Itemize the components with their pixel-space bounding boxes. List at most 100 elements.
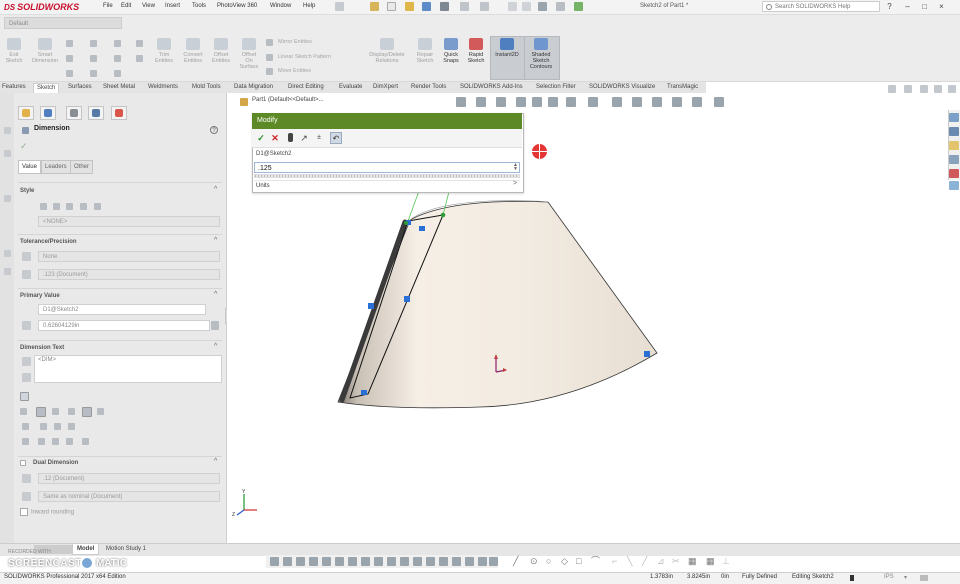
shadows-icon[interactable] [692, 97, 702, 107]
sketch-point-1[interactable] [440, 212, 446, 218]
menu-view[interactable]: View [142, 3, 155, 9]
view-palette-icon[interactable] [949, 155, 959, 164]
bottom-tool-12-icon[interactable] [413, 557, 422, 566]
solidworks-resources-icon[interactable] [949, 113, 959, 122]
rectangle-icon[interactable] [66, 55, 73, 62]
bottom-tool-16-icon[interactable] [465, 557, 474, 566]
regenerate-icon[interactable] [284, 132, 296, 144]
modify-value-spinner[interactable]: ▲ ▼ [512, 163, 519, 172]
dual-precision-select[interactable]: .12 (Document) [38, 473, 220, 484]
open-icon[interactable] [405, 2, 414, 11]
spline-icon[interactable] [136, 40, 143, 47]
style-delete-icon[interactable] [66, 203, 73, 210]
dynamic-annotation-icon[interactable] [532, 97, 542, 107]
status-units[interactable]: IPS [884, 574, 894, 580]
align-center-icon[interactable] [36, 407, 46, 417]
menu-edit[interactable]: Edit [121, 3, 131, 9]
quick-snaps-button[interactable]: Quick Snaps [440, 38, 462, 64]
polygon-icon[interactable] [114, 55, 121, 62]
fillet-icon[interactable] [136, 55, 143, 62]
toolbar-extra-icon[interactable] [574, 2, 583, 11]
file-explorer-icon[interactable] [949, 141, 959, 150]
pm-side-icon-5[interactable] [4, 268, 11, 275]
mark-dimension-icon[interactable]: ↶ [330, 132, 342, 144]
zoom-area-icon[interactable] [476, 97, 486, 107]
appearances-icon[interactable] [949, 169, 959, 178]
line-icon[interactable] [66, 40, 73, 47]
bottom-tool-18-icon[interactable] [489, 557, 498, 566]
exit-sketch-button[interactable]: Exit Sketch [3, 38, 25, 64]
tab-motion-study[interactable]: Motion Study 1 [102, 544, 150, 554]
more-symbols-icon[interactable] [82, 438, 89, 445]
sketch-mirror-icon[interactable]: ⊿ [657, 557, 665, 566]
linear-sketch-pattern-button[interactable]: Linear Sketch Pattern [278, 54, 331, 60]
sketch-rectangle-icon[interactable]: □ [576, 557, 581, 566]
sketch-point-2[interactable] [404, 221, 408, 225]
style-load-icon[interactable] [94, 203, 101, 210]
print-icon[interactable] [440, 2, 449, 11]
offset-entities-button[interactable]: Offset Entities [207, 38, 235, 64]
centerline-symbol-icon[interactable] [68, 423, 75, 430]
maximize-icon[interactable]: □ [920, 2, 929, 11]
bottom-tool-11-icon[interactable] [400, 557, 409, 566]
sketch-circle-icon[interactable]: ○ [546, 557, 551, 566]
section-view-icon[interactable] [516, 97, 526, 107]
sketch-chamfer-icon[interactable]: ╲ [627, 557, 632, 566]
align-right-icon[interactable] [52, 408, 59, 415]
sketch-pattern-icon[interactable]: ▦ [688, 557, 697, 566]
relation-marker-1[interactable] [419, 226, 425, 231]
offset-on-surface-button[interactable]: Offset On Surface [235, 38, 263, 70]
design-library-icon[interactable] [949, 127, 959, 136]
relation-marker-3[interactable] [368, 303, 374, 309]
pm-side-icon-2[interactable] [4, 150, 11, 157]
pm-subtab-leaders[interactable]: Leaders [41, 160, 71, 174]
monitor-icon[interactable] [714, 97, 724, 107]
options-icon[interactable] [538, 2, 547, 11]
tab-model[interactable]: Model [72, 544, 100, 555]
sketch-line-icon[interactable]: ╱ [513, 557, 518, 566]
dual-collapse-icon[interactable]: ^ [214, 458, 217, 465]
tab-solidworks-visualize[interactable]: SOLIDWORKS Visualize [589, 83, 655, 92]
display-style-icon[interactable] [566, 97, 576, 107]
new-icon[interactable] [387, 2, 396, 11]
style-save-icon[interactable] [80, 203, 87, 210]
apply-scene-icon[interactable] [632, 97, 642, 107]
align-left-icon[interactable] [20, 408, 27, 415]
menu-photoview[interactable]: PhotoView 360 [217, 3, 257, 9]
counterbore-symbol-icon[interactable] [52, 438, 59, 445]
move-entities-button[interactable]: Move Entities [278, 68, 311, 74]
display-delete-relations-button[interactable]: Display/Delete Relations [362, 38, 412, 64]
doc-maximize-icon[interactable] [934, 85, 942, 93]
bottom-tool-5-icon[interactable] [322, 557, 331, 566]
menu-file[interactable]: File [103, 3, 113, 9]
primary-collapse-icon[interactable]: ^ [214, 291, 217, 298]
bottom-tool-4-icon[interactable] [309, 557, 318, 566]
depth-symbol-icon[interactable] [66, 438, 73, 445]
dimtext-justify-icon[interactable] [20, 392, 29, 401]
point-icon[interactable] [66, 70, 73, 77]
bottom-tool-8-icon[interactable] [361, 557, 370, 566]
tab-dimxpert[interactable]: DimXpert [373, 83, 398, 92]
bottom-tool-13-icon[interactable] [426, 557, 435, 566]
modify-units-dropdown[interactable]: Units [254, 180, 520, 190]
pm-tab-feature-tree[interactable] [18, 106, 34, 120]
dimension-text-area[interactable]: <DIM> [34, 355, 222, 383]
align-middle-icon[interactable] [82, 407, 92, 417]
pm-tab-property[interactable] [40, 106, 56, 120]
hide-show-icon[interactable] [588, 97, 598, 107]
diameter-symbol-icon[interactable] [22, 423, 29, 430]
modify-value-input[interactable]: .125 [254, 162, 520, 173]
previous-view-icon[interactable] [496, 97, 506, 107]
custom-properties-icon[interactable] [949, 181, 959, 190]
help-search-input[interactable]: Search SOLIDWORKS Help [762, 1, 880, 12]
bottom-tool-2-icon[interactable] [283, 557, 292, 566]
tab-direct-editing[interactable]: Direct Editing [288, 83, 324, 92]
primary-name-field[interactable]: D1@Sketch2 [38, 304, 206, 315]
bottom-tool-10-icon[interactable] [387, 557, 396, 566]
bottom-tool-6-icon[interactable] [335, 557, 344, 566]
configuration-select[interactable]: Default [4, 17, 122, 29]
tab-evaluate[interactable]: Evaluate [339, 83, 362, 92]
home-icon[interactable] [370, 2, 379, 11]
reverse-direction-icon[interactable]: ↗ [298, 132, 310, 144]
plane-icon[interactable] [114, 70, 121, 77]
